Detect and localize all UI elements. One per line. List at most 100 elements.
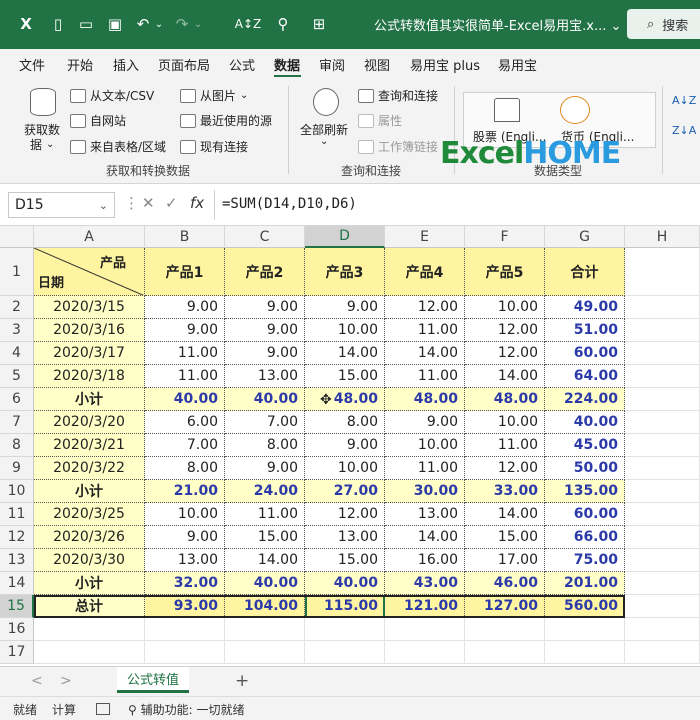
column-header-c[interactable]: C bbox=[225, 226, 305, 248]
date-cell[interactable]: 2020/3/22 bbox=[34, 457, 145, 480]
row-total-cell[interactable]: 66.00 bbox=[545, 526, 625, 549]
subtotal-label[interactable]: 小计 bbox=[34, 388, 145, 411]
value-cell[interactable]: 12.00 bbox=[465, 319, 545, 342]
row-total-cell[interactable]: 51.00 bbox=[545, 319, 625, 342]
value-cell[interactable]: 13.00 bbox=[305, 526, 385, 549]
row-total-cell[interactable]: 64.00 bbox=[545, 365, 625, 388]
value-cell[interactable]: 11.00 bbox=[145, 365, 225, 388]
row-header-16[interactable]: 16 bbox=[0, 618, 34, 641]
value-cell[interactable]: 46.00 bbox=[465, 572, 545, 595]
empty-cell[interactable] bbox=[385, 618, 465, 641]
date-cell[interactable]: 2020/3/20 bbox=[34, 411, 145, 434]
row-total-cell[interactable]: 49.00 bbox=[545, 296, 625, 319]
value-cell[interactable]: 21.00 bbox=[145, 480, 225, 503]
empty-cell[interactable] bbox=[625, 342, 700, 365]
value-cell[interactable]: 9.00 bbox=[145, 319, 225, 342]
save-icon[interactable]: ▣ bbox=[105, 13, 125, 35]
row-header-3[interactable]: 3 bbox=[0, 319, 34, 342]
empty-cell[interactable] bbox=[625, 480, 700, 503]
value-cell[interactable]: 30.00 bbox=[385, 480, 465, 503]
empty-cell[interactable] bbox=[34, 641, 145, 664]
subtotal-label[interactable]: 小计 bbox=[34, 572, 145, 595]
column-header-h[interactable]: H bbox=[625, 226, 700, 248]
empty-cell[interactable] bbox=[625, 248, 700, 296]
empty-cell[interactable] bbox=[305, 618, 385, 641]
value-cell[interactable]: 11.00 bbox=[385, 457, 465, 480]
value-cell[interactable]: 14.00 bbox=[305, 342, 385, 365]
row-header-14[interactable]: 14 bbox=[0, 572, 34, 595]
value-cell[interactable]: 11.00 bbox=[385, 365, 465, 388]
value-cell[interactable]: 14.00 bbox=[465, 503, 545, 526]
column-header-b[interactable]: B bbox=[145, 226, 225, 248]
empty-cell[interactable] bbox=[545, 618, 625, 641]
menu-file[interactable]: 文件 bbox=[19, 55, 45, 74]
date-cell[interactable]: 2020/3/21 bbox=[34, 434, 145, 457]
value-cell[interactable]: 33.00 bbox=[465, 480, 545, 503]
row-header-6[interactable]: 6 bbox=[0, 388, 34, 411]
refresh-dropdown-icon[interactable]: ⌄ bbox=[320, 136, 328, 147]
value-cell[interactable]: 48.00 bbox=[465, 388, 545, 411]
value-cell[interactable]: 9.00 bbox=[145, 526, 225, 549]
value-cell[interactable]: 14.00 bbox=[385, 526, 465, 549]
value-cell[interactable]: 8.00 bbox=[225, 434, 305, 457]
value-cell[interactable]: 8.00 bbox=[305, 411, 385, 434]
value-cell[interactable]: 15.00 bbox=[305, 549, 385, 572]
row-header-13[interactable]: 13 bbox=[0, 549, 34, 572]
value-cell[interactable]: 11.00 bbox=[225, 503, 305, 526]
value-cell[interactable]: 48.00 bbox=[305, 388, 385, 411]
empty-cell[interactable] bbox=[145, 641, 225, 664]
from-table-button[interactable]: 来自表格/区域 bbox=[70, 138, 166, 155]
value-cell[interactable]: 10.00 bbox=[305, 457, 385, 480]
value-cell[interactable]: 14.00 bbox=[465, 365, 545, 388]
value-cell[interactable]: 24.00 bbox=[225, 480, 305, 503]
find-icon[interactable]: ⚲ bbox=[270, 13, 296, 35]
date-cell[interactable]: 2020/3/16 bbox=[34, 319, 145, 342]
column-header-e[interactable]: E bbox=[385, 226, 465, 248]
empty-cell[interactable] bbox=[625, 503, 700, 526]
from-text-csv-button[interactable]: 从文本/CSV bbox=[70, 87, 154, 104]
row-header-11[interactable]: 11 bbox=[0, 503, 34, 526]
value-cell[interactable]: 48.00 bbox=[385, 388, 465, 411]
row-total-cell[interactable]: 560.00 bbox=[545, 595, 625, 618]
empty-cell[interactable] bbox=[625, 572, 700, 595]
sort-icon[interactable]: A↕Z bbox=[234, 13, 262, 35]
subtotal-label[interactable]: 小计 bbox=[34, 480, 145, 503]
column-header-a[interactable]: A bbox=[34, 226, 145, 248]
row-total-cell[interactable]: 60.00 bbox=[545, 503, 625, 526]
value-cell[interactable]: 12.00 bbox=[465, 342, 545, 365]
row-header-17[interactable]: 17 bbox=[0, 641, 34, 664]
empty-cell[interactable] bbox=[465, 641, 545, 664]
value-cell[interactable]: 127.00 bbox=[465, 595, 545, 618]
value-cell[interactable]: 13.00 bbox=[385, 503, 465, 526]
value-cell[interactable]: 43.00 bbox=[385, 572, 465, 595]
menu-easy[interactable]: 易用宝 bbox=[498, 55, 537, 74]
name-box-dropdown-icon[interactable]: ⌄ bbox=[99, 199, 108, 212]
empty-cell[interactable] bbox=[625, 595, 700, 618]
queries-connections-button[interactable]: 查询和连接 bbox=[358, 87, 438, 104]
properties-button[interactable]: 属性 bbox=[358, 112, 402, 129]
value-cell[interactable]: 10.00 bbox=[305, 319, 385, 342]
subtotal-label[interactable]: 总计 bbox=[34, 595, 145, 618]
menu-home[interactable]: 开始 bbox=[67, 55, 93, 74]
column-title-3[interactable]: 产品3 bbox=[305, 248, 385, 296]
row-total-cell[interactable]: 50.00 bbox=[545, 457, 625, 480]
menu-review[interactable]: 审阅 bbox=[319, 55, 345, 74]
value-cell[interactable]: 15.00 bbox=[305, 365, 385, 388]
row-total-cell[interactable]: 201.00 bbox=[545, 572, 625, 595]
row-total-cell[interactable]: 75.00 bbox=[545, 549, 625, 572]
date-cell[interactable]: 2020/3/15 bbox=[34, 296, 145, 319]
value-cell[interactable]: 9.00 bbox=[305, 296, 385, 319]
value-cell[interactable]: 9.00 bbox=[225, 319, 305, 342]
value-cell[interactable]: 10.00 bbox=[385, 434, 465, 457]
row-total-cell[interactable]: 135.00 bbox=[545, 480, 625, 503]
row-total-cell[interactable]: 60.00 bbox=[545, 342, 625, 365]
row-header-4[interactable]: 4 bbox=[0, 342, 34, 365]
undo-dropdown-icon[interactable]: ⌄ bbox=[153, 13, 165, 35]
get-data-label-2[interactable]: 据 ⌄ bbox=[30, 136, 54, 153]
menu-view[interactable]: 视图 bbox=[364, 55, 390, 74]
empty-cell[interactable] bbox=[145, 618, 225, 641]
empty-cell[interactable] bbox=[625, 549, 700, 572]
value-cell[interactable]: 93.00 bbox=[145, 595, 225, 618]
empty-cell[interactable] bbox=[385, 641, 465, 664]
empty-cell[interactable] bbox=[625, 526, 700, 549]
